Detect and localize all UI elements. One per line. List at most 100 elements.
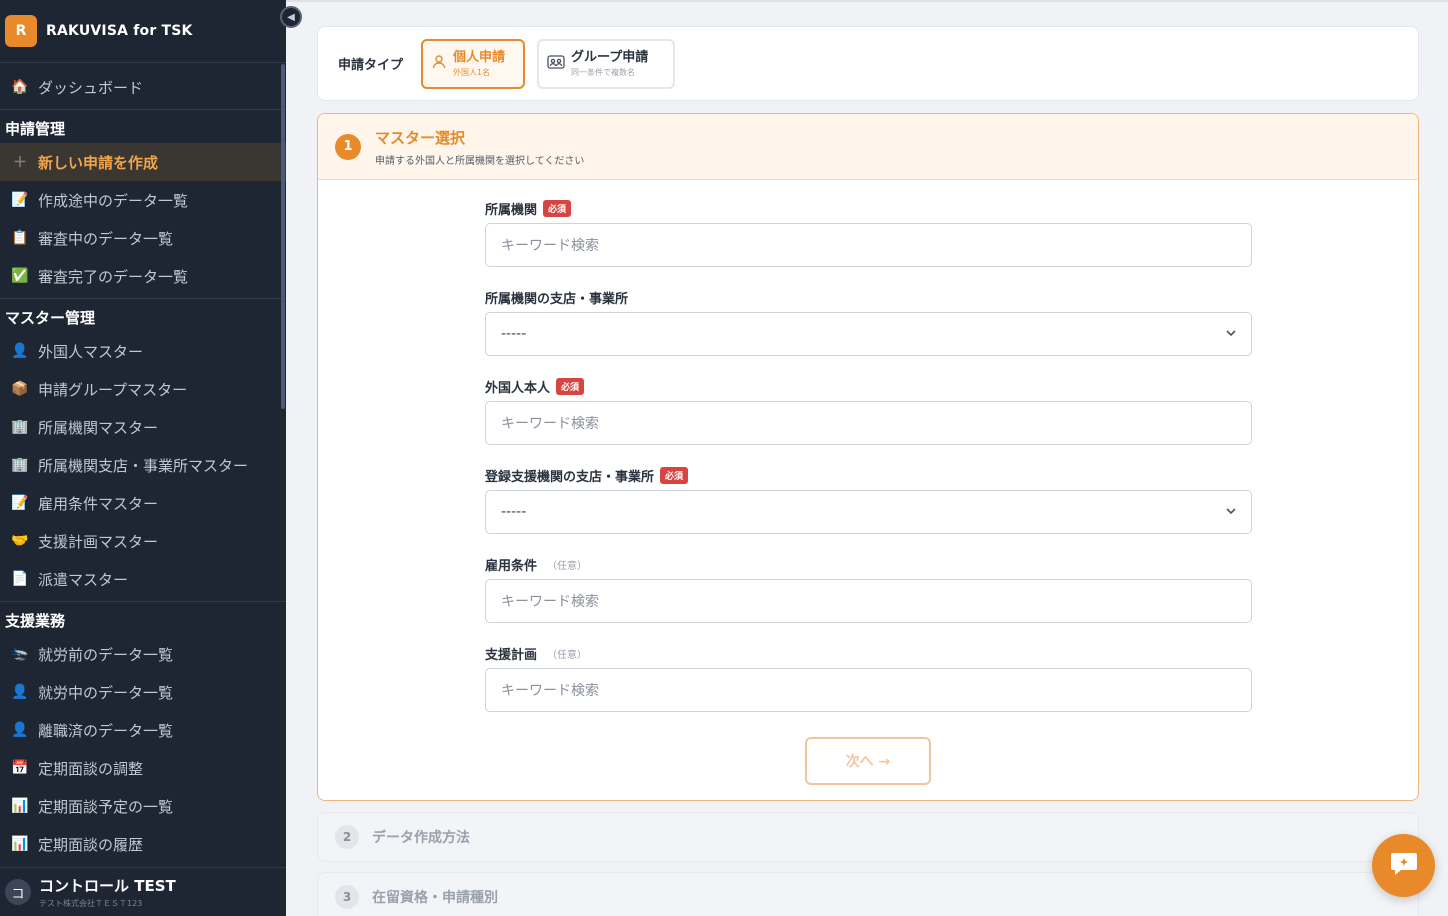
user-org: テスト株式会社ＴＥＳＴ123 (39, 899, 143, 908)
airplane-icon: 🛬 (11, 646, 29, 662)
step-title: マスター選択 (375, 128, 466, 147)
foreigner-search-input[interactable]: キーワード検索 (485, 401, 1252, 445)
sidebar-item-label: 派遣マスター (38, 570, 129, 589)
section-title-application: 申請管理 (5, 120, 66, 138)
step-title: データ作成方法 (372, 830, 470, 846)
sidebar-item-new-application[interactable]: ＋ 新しい申請を作成 (0, 143, 286, 181)
memo-icon: 📝 (11, 192, 29, 208)
chevron-down-icon (1225, 505, 1237, 520)
divider (286, 0, 1448, 2)
field-label-text: 登録支援機関の支店・事業所 (485, 469, 655, 485)
sidebar-item-drafts[interactable]: 📝 作成途中のデータ一覧 (0, 181, 286, 219)
sidebar-item-label: 定期面談予定の一覧 (38, 797, 174, 816)
application-type-label: 申請タイプ (338, 58, 404, 73)
sidebar-collapse-button[interactable]: ◀ (280, 6, 302, 28)
field-organization-branch: 所属機関の支店・事業所 ----- (485, 289, 1252, 356)
step-2-card[interactable]: 2 データ作成方法 (317, 812, 1419, 862)
building-icon: 🏢 (11, 419, 29, 435)
support-branch-select[interactable]: ----- (485, 490, 1252, 534)
select-value: ----- (501, 504, 527, 520)
person-icon: 👤 (11, 684, 29, 700)
field-label: 支援計画 （任意） (485, 645, 1252, 663)
select-value: ----- (501, 326, 527, 342)
sidebar-item-employment-master[interactable]: 📝 雇用条件マスター (0, 484, 286, 522)
field-label: 登録支援機関の支店・事業所 必須 (485, 466, 1252, 485)
document-icon: 📄 (11, 571, 29, 587)
field-label: 所属機関の支店・事業所 (485, 289, 1252, 307)
step-description: 申請する外国人と所属機関を選択してください (375, 155, 585, 167)
sidebar-scrollbar[interactable] (281, 64, 285, 409)
group-icon (547, 54, 565, 74)
sidebar-item-label: 就労前のデータ一覧 (38, 645, 174, 664)
step-1-card: 1 マスター選択 申請する外国人と所属機関を選択してください 所属機関 必須 キ… (317, 113, 1419, 801)
organization-search-input[interactable]: キーワード検索 (485, 223, 1252, 267)
sidebar-item-under-review[interactable]: 📋 審査中のデータ一覧 (0, 219, 286, 257)
step-3-card[interactable]: 3 在留資格・申請種別 (317, 872, 1419, 916)
step-1-header: 1 マスター選択 申請する外国人と所属機関を選択してください (318, 114, 1418, 180)
chart-icon: 📊 (11, 836, 29, 852)
sidebar-item-label: 申請グループマスター (38, 380, 188, 399)
sidebar-item-foreigner-master[interactable]: 👤 外国人マスター (0, 332, 286, 370)
step-number: 3 (335, 885, 359, 909)
brand-header[interactable]: R RAKUVISA for TSK (0, 0, 286, 63)
sidebar-item-employed[interactable]: 👤 就労中のデータ一覧 (0, 673, 286, 711)
field-label-text: 外国人本人 (485, 380, 551, 396)
user-name: コントロール TEST (39, 877, 176, 895)
main-content: 申請タイプ 個人申請 外国人1名 グループ申請 同一条件で複数名 1 マスター選… (286, 0, 1448, 916)
sidebar-item-label: 作成途中のデータ一覧 (38, 191, 189, 210)
sidebar-item-pre-employment[interactable]: 🛬 就労前のデータ一覧 (0, 635, 286, 673)
group-application-sub: 同一条件で複数名 (571, 67, 636, 77)
master-selection-form: 所属機関 必須 キーワード検索 所属機関の支店・事業所 ----- 外国人本人 … (485, 199, 1252, 712)
sidebar-item-label: 定期面談の調整 (38, 759, 144, 778)
sidebar-item-label: 審査中のデータ一覧 (38, 229, 174, 248)
person-outline-icon (431, 54, 447, 74)
sidebar-item-group-master[interactable]: 📦 申請グループマスター (0, 370, 286, 408)
group-application-button[interactable]: グループ申請 同一条件で複数名 (537, 38, 676, 89)
sidebar-item-resigned[interactable]: 👤 離職済のデータ一覧 (0, 711, 286, 749)
sidebar-item-label: 支援計画マスター (38, 532, 159, 551)
brand-logo: R (5, 15, 37, 47)
sidebar-item-dashboard[interactable]: 🏠 ダッシュボード (0, 68, 286, 106)
individual-application-button[interactable]: 個人申請 外国人1名 (421, 38, 526, 89)
sidebar-item-label: 雇用条件マスター (38, 494, 159, 513)
sidebar-item-support-plan-master[interactable]: 🤝 支援計画マスター (0, 522, 286, 560)
support-plan-search-input[interactable]: キーワード検索 (485, 668, 1252, 712)
divider (0, 298, 286, 299)
field-employment-conditions: 雇用条件 （任意） キーワード検索 (485, 556, 1252, 623)
field-label: 外国人本人 必須 (485, 377, 1252, 396)
sidebar-item-label: 就労中のデータ一覧 (38, 683, 174, 702)
next-button[interactable]: 次へ → (805, 737, 931, 785)
check-icon: ✅ (11, 268, 29, 284)
sidebar-item-label: 離職済のデータ一覧 (38, 721, 174, 740)
sidebar-item-org-master[interactable]: 🏢 所属機関マスター (0, 408, 286, 446)
sidebar-item-label: 外国人マスター (38, 342, 144, 361)
section-title-support: 支援業務 (5, 612, 66, 630)
chevron-left-icon: ◀ (287, 11, 295, 23)
brand-title: RAKUVISA for TSK (46, 23, 193, 39)
sidebar-item-interview-history[interactable]: 📊 定期面談の履歴 (0, 825, 286, 863)
sidebar: R RAKUVISA for TSK 🏠 ダッシュボード 申請管理 ＋ 新しい申… (0, 0, 286, 916)
optional-note: （任意） (547, 560, 588, 572)
organization-branch-select[interactable]: ----- (485, 312, 1252, 356)
sidebar-item-dispatch-master[interactable]: 📄 派遣マスター (0, 560, 286, 598)
sidebar-item-label: 定期面談の履歴 (38, 835, 144, 854)
field-organization: 所属機関 必須 キーワード検索 (485, 199, 1252, 267)
sidebar-item-interview-adjust[interactable]: 📅 定期面談の調整 (0, 749, 286, 787)
sidebar-item-interview-schedule[interactable]: 📊 定期面談予定の一覧 (0, 787, 286, 825)
field-label-text: 雇用条件 (485, 558, 538, 574)
employment-conditions-search-input[interactable]: キーワード検索 (485, 579, 1252, 623)
field-label-text: 所属機関の支店・事業所 (485, 291, 629, 307)
step-number: 1 (335, 133, 361, 160)
home-icon: 🏠 (11, 79, 29, 95)
chat-button[interactable] (1372, 834, 1435, 897)
individual-application-title: 個人申請 (453, 49, 506, 65)
chart-icon: 📊 (11, 798, 29, 814)
user-menu[interactable]: コ コントロール TEST テスト株式会社ＴＥＳＴ123 (0, 867, 286, 916)
individual-application-sub: 外国人1名 (453, 67, 491, 77)
step-title: 在留資格・申請種別 (372, 890, 498, 906)
field-label: 雇用条件 （任意） (485, 556, 1252, 574)
divider (0, 109, 286, 110)
sidebar-item-reviewed[interactable]: ✅ 審査完了のデータ一覧 (0, 257, 286, 295)
sidebar-item-label: 所属機関マスター (38, 418, 159, 437)
sidebar-item-branch-master[interactable]: 🏢 所属機関支店・事業所マスター (0, 446, 286, 484)
